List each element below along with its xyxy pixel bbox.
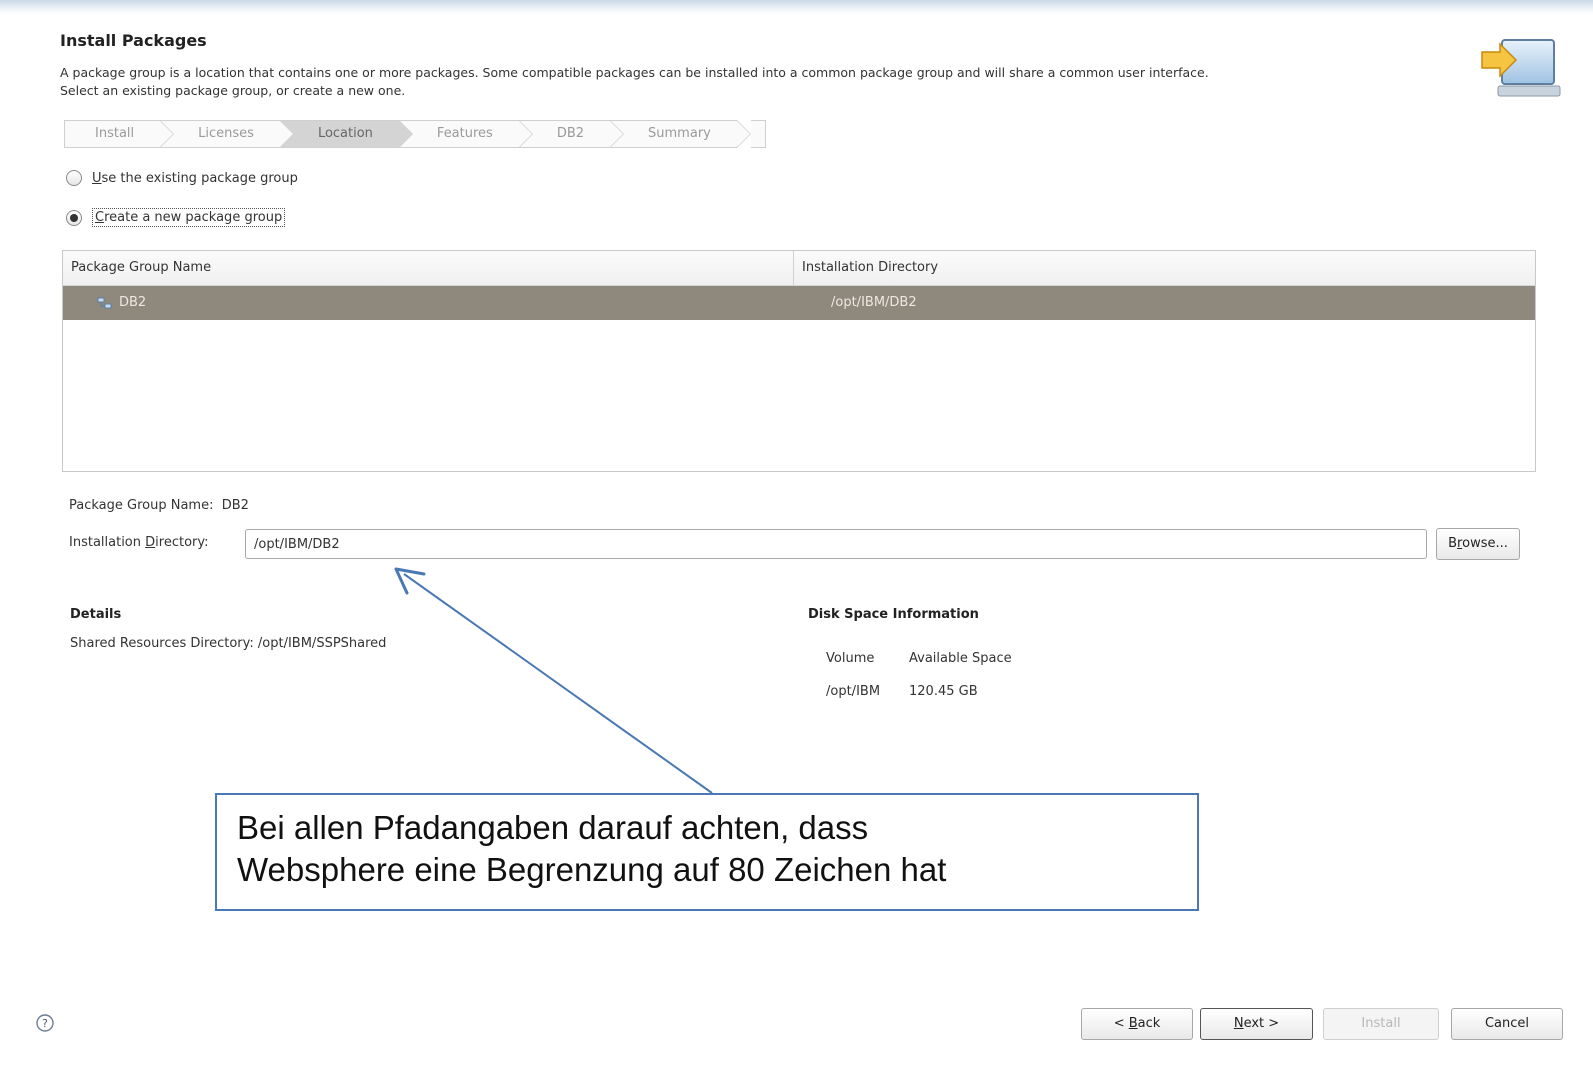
page-description: A package group is a location that conta… — [60, 64, 1480, 100]
back-button[interactable]: < Back — [1081, 1008, 1193, 1040]
disk-volume-value: /opt/IBM — [826, 684, 881, 699]
window-top-edge — [0, 0, 1593, 14]
description-line-2: Select an existing package group, or cre… — [60, 83, 406, 98]
install-button[interactable]: Install — [1323, 1008, 1439, 1040]
disk-col-available: Available Space — [909, 651, 1012, 666]
radio-create-new-group[interactable]: Create a new package group — [66, 208, 286, 227]
details-title: Details — [70, 607, 122, 622]
package-group-table[interactable]: Package Group Name Installation Director… — [62, 250, 1536, 472]
radio-button-checked[interactable] — [66, 209, 82, 226]
page-title: Install Packages — [60, 31, 207, 50]
help-icon[interactable]: ? — [36, 1014, 54, 1032]
table-row[interactable]: DB2 /opt/IBM/DB2 — [63, 286, 1535, 320]
annotation-line-1: Bei allen Pfadangaben darauf achten, das… — [237, 809, 869, 846]
col-header-installation-directory[interactable]: Installation Directory — [794, 251, 938, 285]
cancel-button[interactable]: Cancel — [1451, 1008, 1563, 1040]
install-monitor-icon — [1472, 34, 1568, 106]
table-header: Package Group Name Installation Director… — [63, 251, 1535, 286]
package-group-name-text: DB2 — [119, 295, 147, 310]
next-button[interactable]: Next > — [1200, 1008, 1313, 1040]
annotation-line-2: Websphere eine Begrenzung auf 80 Zeichen… — [237, 851, 947, 888]
col-header-package-group-name[interactable]: Package Group Name — [63, 251, 794, 285]
installation-directory-input[interactable] — [245, 529, 1427, 559]
steps-end-cap — [750, 120, 766, 148]
svg-text:?: ? — [42, 1017, 48, 1030]
radio-use-existing-group[interactable]: Use the existing package group — [66, 170, 298, 186]
radio-button[interactable] — [66, 170, 82, 186]
disk-space-title: Disk Space Information — [808, 607, 979, 622]
step-location: Location — [279, 120, 413, 148]
browse-button[interactable]: Browse... — [1436, 528, 1520, 560]
step-features: Features — [398, 120, 533, 148]
package-group-icon — [97, 296, 113, 310]
disk-col-volume: Volume — [826, 651, 875, 666]
package-group-name-value: DB2 — [221, 498, 249, 513]
cell-installation-directory: /opt/IBM/DB2 — [831, 295, 917, 310]
annotation-callout: Bei allen Pfadangaben darauf achten, das… — [215, 793, 1199, 911]
radio-label-create-new: Create a new package group — [92, 208, 286, 227]
description-line-1: A package group is a location that conta… — [60, 65, 1209, 80]
wizard-steps: Install Licenses Location Features DB2 S… — [64, 120, 766, 148]
radio-label-use-existing: Use the existing package group — [92, 170, 298, 186]
step-summary: Summary — [610, 120, 751, 148]
package-group-name-label: Package Group Name: DB2 — [69, 498, 249, 513]
installation-directory-label: Installation Directory: — [69, 535, 209, 550]
shared-resources-directory: Shared Resources Directory: /opt/IBM/SSP… — [70, 636, 387, 651]
disk-available-value: 120.45 GB — [909, 684, 978, 699]
step-install: Install — [64, 120, 175, 148]
cell-package-group-name: DB2 — [63, 286, 827, 320]
step-licenses: Licenses — [160, 120, 294, 148]
